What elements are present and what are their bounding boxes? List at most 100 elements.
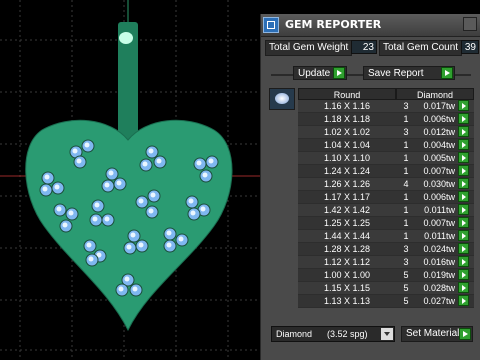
gem-highlight — [62, 222, 68, 228]
gem-size: 1.42 X 1.42 — [323, 205, 371, 215]
row-go-icon[interactable] — [458, 204, 469, 215]
panel-titlebar[interactable]: GEM REPORTER — [261, 14, 480, 37]
table-row[interactable]: 1.16 X 1.16 3 0.017tw — [298, 100, 474, 113]
gem-size: 1.04 X 1.04 — [323, 140, 371, 150]
gem-highlight — [108, 170, 114, 176]
row-go-icon[interactable] — [458, 269, 469, 280]
column-header-material: Diamond — [396, 88, 474, 100]
bail-highlight — [119, 32, 133, 44]
gem-highlight — [150, 192, 156, 198]
gem-highlight — [132, 286, 138, 292]
row-go-icon[interactable] — [458, 139, 469, 150]
row-go-icon[interactable] — [458, 230, 469, 241]
gem-table: 1.16 X 1.16 3 0.017tw 1.18 X 1.18 1 0.006tw 1.… — [298, 100, 474, 308]
table-row[interactable]: 1.42 X 1.42 1 0.011tw — [298, 204, 474, 217]
update-button-label: Update — [298, 68, 331, 79]
gem-highlight — [68, 210, 74, 216]
gem-weight: 0.005tw — [423, 153, 455, 163]
gem-size: 1.17 X 1.17 — [323, 192, 371, 202]
gem-highlight — [126, 244, 132, 250]
table-row[interactable]: 1.28 X 1.28 3 0.024tw — [298, 243, 474, 256]
set-material-go-icon — [459, 328, 471, 340]
gem-weight: 0.007tw — [423, 166, 455, 176]
row-go-icon[interactable] — [458, 165, 469, 176]
gem-count: 1 — [403, 166, 409, 176]
update-go-icon — [333, 67, 345, 79]
gem-count: 1 — [403, 231, 409, 241]
gem-highlight — [148, 208, 154, 214]
gem-reporter-icon — [263, 17, 279, 33]
row-go-icon[interactable] — [458, 178, 469, 189]
table-row[interactable]: 1.24 X 1.24 1 0.007tw — [298, 165, 474, 178]
material-select-value: Diamond (3.52 spg) — [276, 329, 368, 339]
table-row[interactable]: 1.04 X 1.04 1 0.004tw — [298, 139, 474, 152]
heart-shape — [25, 119, 233, 332]
row-go-icon[interactable] — [458, 217, 469, 228]
gem-highlight — [166, 230, 172, 236]
table-row[interactable]: 1.44 X 1.44 1 0.011tw — [298, 230, 474, 243]
row-go-icon[interactable] — [458, 191, 469, 202]
gem-count: 3 — [403, 101, 409, 111]
row-go-icon[interactable] — [458, 243, 469, 254]
table-row[interactable]: 1.13 X 1.13 5 0.027tw — [298, 295, 474, 308]
table-row[interactable]: 1.18 X 1.18 1 0.006tw — [298, 113, 474, 126]
gem-weight: 0.006tw — [423, 192, 455, 202]
gem-size: 1.44 X 1.44 — [323, 231, 371, 241]
gem-size: 1.25 X 1.25 — [323, 218, 371, 228]
row-go-icon[interactable] — [458, 152, 469, 163]
gem-weight: 0.019tw — [423, 270, 455, 280]
gem-count: 1 — [403, 153, 409, 163]
total-gem-count-label: Total Gem Count — [379, 40, 463, 56]
row-go-icon[interactable] — [458, 126, 469, 137]
gem-size: 1.18 X 1.18 — [323, 114, 371, 124]
gem-highlight — [178, 236, 184, 242]
row-go-icon[interactable] — [458, 113, 469, 124]
gem-highlight — [138, 198, 144, 204]
gem-size: 1.12 X 1.12 — [323, 257, 371, 267]
gem-highlight — [94, 202, 100, 208]
close-button[interactable] — [463, 17, 477, 31]
gem-count: 1 — [403, 218, 409, 228]
gem-size: 1.02 X 1.02 — [323, 127, 371, 137]
gem-count: 5 — [403, 270, 409, 280]
gem-count: 3 — [403, 127, 409, 137]
gem-weight: 0.024tw — [423, 244, 455, 254]
gem-highlight — [72, 148, 78, 154]
row-go-icon[interactable] — [458, 100, 469, 111]
chevron-down-icon[interactable] — [381, 328, 393, 340]
gem-weight: 0.006tw — [423, 114, 455, 124]
gem-count: 5 — [403, 296, 409, 306]
gem-size: 1.28 X 1.28 — [323, 244, 371, 254]
save-report-button[interactable]: Save Report — [363, 66, 455, 80]
table-row[interactable]: 1.02 X 1.02 3 0.012tw — [298, 126, 474, 139]
gem-highlight — [188, 198, 194, 204]
update-button[interactable]: Update — [293, 66, 347, 80]
gem-weight: 0.007tw — [423, 218, 455, 228]
gem-weight: 0.027tw — [423, 296, 455, 306]
table-row[interactable]: 1.17 X 1.17 1 0.006tw — [298, 191, 474, 204]
gem-highlight — [92, 216, 98, 222]
gem-weight: 0.011tw — [424, 205, 455, 215]
table-row[interactable]: 1.25 X 1.25 1 0.007tw — [298, 217, 474, 230]
total-gem-weight-label: Total Gem Weight — [265, 40, 353, 56]
row-go-icon[interactable] — [458, 282, 469, 293]
column-header-shape: Round — [298, 88, 396, 100]
table-row[interactable]: 1.26 X 1.26 4 0.030tw — [298, 178, 474, 191]
gem-shape-thumbnail[interactable] — [269, 88, 295, 110]
gem-count: 4 — [403, 179, 409, 189]
material-select[interactable]: Diamond (3.52 spg) — [271, 326, 395, 342]
table-row[interactable]: 1.12 X 1.12 3 0.016tw — [298, 256, 474, 269]
gem-highlight — [118, 286, 124, 292]
set-material-button[interactable]: Set Material — [401, 326, 473, 342]
gem-highlight — [88, 256, 94, 262]
table-row[interactable]: 1.00 X 1.00 5 0.019tw — [298, 269, 474, 282]
table-row[interactable]: 1.10 X 1.10 1 0.005tw — [298, 152, 474, 165]
table-row[interactable]: 1.15 X 1.15 5 0.028tw — [298, 282, 474, 295]
gem-weight: 0.012tw — [423, 127, 455, 137]
gem-count: 3 — [403, 257, 409, 267]
row-go-icon[interactable] — [458, 256, 469, 267]
row-go-icon[interactable] — [458, 295, 469, 306]
gem-weight: 0.011tw — [424, 231, 455, 241]
gem-highlight — [116, 180, 122, 186]
gem-count: 3 — [403, 244, 409, 254]
